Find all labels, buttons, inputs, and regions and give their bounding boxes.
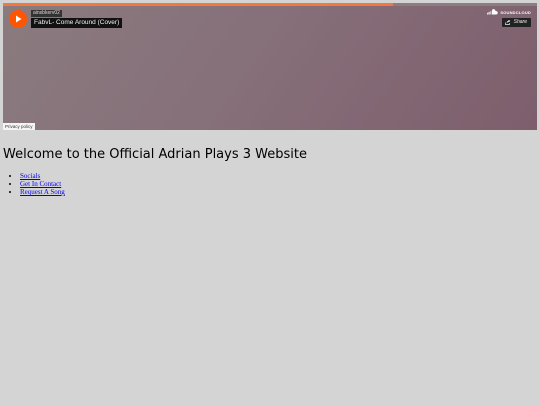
progress-fill <box>3 3 393 6</box>
nav-list: Socials Get In Contact Request A Song <box>3 172 65 196</box>
play-icon <box>16 15 22 23</box>
soundcloud-icon <box>487 9 499 15</box>
list-item: Get In Contact <box>20 180 65 188</box>
share-label: Share <box>513 19 527 25</box>
play-button[interactable] <box>9 10 27 28</box>
nav-link-socials[interactable]: Socials <box>20 172 40 180</box>
track-title[interactable]: FabvL- Come Around (Cover) <box>31 18 123 28</box>
progress-bar[interactable] <box>3 3 537 6</box>
uploader-name[interactable]: ainsbkerv02 <box>31 10 62 17</box>
brand-label: SOUNDCLOUD <box>500 9 531 15</box>
soundcloud-player[interactable]: ainsbkerv02 FabvL- Come Around (Cover) S… <box>3 3 537 130</box>
list-item: Request A Song <box>20 188 65 196</box>
nav-link-request-song[interactable]: Request A Song <box>20 188 65 196</box>
page-title: Welcome to the Official Adrian Plays 3 W… <box>3 147 307 162</box>
list-item: Socials <box>20 172 65 180</box>
soundcloud-logo[interactable]: SOUNDCLOUD <box>487 9 531 15</box>
nav-link-contact[interactable]: Get In Contact <box>20 180 61 188</box>
share-button[interactable]: Share <box>501 18 531 27</box>
privacy-policy-link[interactable]: Privacy policy <box>3 123 35 130</box>
share-icon <box>504 20 510 25</box>
